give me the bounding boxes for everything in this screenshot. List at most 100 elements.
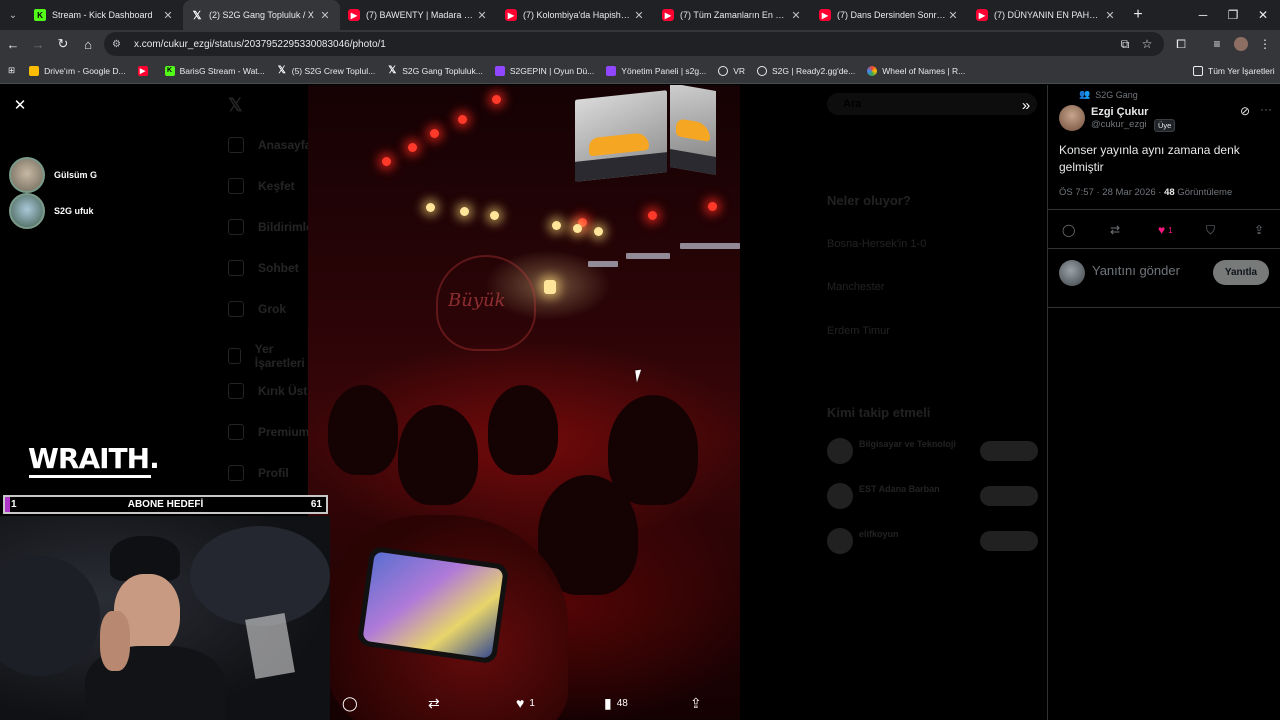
reply-submit-button[interactable]: Yanıtla — [1213, 260, 1269, 285]
tab-youtube-dans[interactable]: ▶ (7) Dans Dersinden Sonra Ortal ✕ — [811, 0, 968, 30]
bookmark-item[interactable]: S2G | Ready2.gg'de... — [757, 65, 855, 76]
bookmark-item[interactable]: VR — [718, 65, 745, 76]
back-button[interactable]: ← — [1, 32, 25, 56]
repost-button[interactable]: ⇄ — [1110, 219, 1120, 241]
bookmark-item[interactable]: Yönetim Paneli | s2g... — [606, 65, 706, 76]
tab-s2g-gang-x[interactable]: 𝕏 (2) S2G Gang Topluluk / X ✕ — [183, 0, 340, 30]
x-icon: 𝕏 — [192, 9, 202, 22]
post-time[interactable]: ÖS 7:57 · 28 Mar 2026 · — [1059, 187, 1164, 198]
views-button[interactable]: ▮ 48 — [604, 689, 628, 717]
close-viewer-button[interactable]: ✕ — [8, 93, 32, 117]
tab-close-icon[interactable]: ✕ — [632, 9, 646, 22]
bookmark-item[interactable]: 𝕏 (5) S2G Crew Toplul... — [277, 65, 376, 76]
browser-toolbar: ← → ↻ ⌂ ⚙ x.com/cukur_ezgi/status/203795… — [0, 30, 1280, 58]
tab-title: (7) Dans Dersinden Sonra Ortal — [837, 10, 946, 20]
youtube-icon: ▶ — [137, 65, 148, 76]
tab-youtube-pahali[interactable]: ▶ (7) DÜNYANIN EN PAHALI FELA ✕ — [968, 0, 1125, 30]
install-app-icon[interactable]: ⧉ — [1114, 32, 1136, 56]
share-icon: ⇪ — [1254, 223, 1265, 237]
stage-screen — [575, 90, 667, 182]
profile-icon — [228, 465, 244, 481]
tab-close-icon[interactable]: ✕ — [789, 9, 803, 22]
bookmark-item[interactable]: K BarisG Stream - Wat... — [164, 65, 265, 76]
extensions-icon[interactable]: ⧠ — [1170, 32, 1192, 56]
address-bar[interactable]: ⚙ x.com/cukur_ezgi/status/20379522953300… — [104, 32, 1164, 56]
background-right-column: Ara Neler oluyor? Bosna-Hersek'in 1-0 Ma… — [815, 85, 1047, 720]
drive-icon — [29, 65, 40, 76]
bookmark-item[interactable]: 𝕏 S2G Gang Topluluk... — [387, 65, 483, 76]
youtube-icon: ▶ — [976, 9, 988, 21]
forward-button[interactable]: → — [26, 32, 50, 56]
mail-icon — [228, 260, 244, 276]
profile-avatar-icon[interactable] — [1230, 32, 1252, 56]
bookmark-item[interactable]: Wheel of Names | R... — [867, 65, 965, 76]
home-button[interactable]: ⌂ — [76, 32, 100, 56]
tab-close-icon[interactable]: ✕ — [161, 9, 175, 22]
reply-input[interactable]: Yanıtını gönder — [1092, 263, 1180, 278]
bookmark-button[interactable]: ⛉ — [1206, 219, 1215, 241]
post-actions: ◯ ⇄ ♥ 1 ⛉ ⇪ — [1048, 219, 1280, 241]
folder-icon — [1193, 65, 1203, 76]
bell-icon — [228, 219, 244, 235]
more-options-icon[interactable]: ··· — [1260, 102, 1272, 116]
author-name[interactable]: Ezgi Çukur — [1091, 106, 1148, 118]
tab-close-icon[interactable]: ✕ — [318, 9, 332, 22]
tab-youtube-bawenty[interactable]: ▶ (7) BAWENTY | Madara Olduk # ✕ — [340, 0, 497, 30]
tab-title: Stream - Kick Dashboard — [52, 10, 153, 20]
bookmark-item[interactable]: Drive'ım - Google D... — [29, 65, 126, 76]
youtube-icon: ▶ — [348, 9, 360, 21]
like-button[interactable]: ♥ 1 — [516, 689, 535, 717]
reply-button[interactable]: ◯ — [1062, 219, 1075, 241]
bookmark-star-icon[interactable]: ☆ — [1136, 32, 1158, 56]
close-window-button[interactable]: ✕ — [1248, 0, 1278, 30]
browser-menu-icon[interactable]: ⋮ — [1254, 32, 1276, 56]
media-controls-icon[interactable]: ≡ — [1206, 32, 1228, 56]
bookmarks-bar: ⊞ Drive'ım - Google D... ▶ K BarisG Stre… — [0, 58, 1280, 84]
home-icon — [228, 137, 244, 153]
tab-kick-dashboard[interactable]: K Stream - Kick Dashboard ✕ — [26, 0, 183, 30]
youtube-icon: ▶ — [505, 9, 517, 21]
member-badge: Üye — [1154, 119, 1176, 132]
tab-close-icon[interactable]: ✕ — [1103, 9, 1117, 22]
social-context[interactable]: 👥 S2G Gang — [1079, 89, 1138, 100]
grok-icon[interactable]: ⊘ — [1240, 104, 1250, 118]
bg-follow-button — [980, 531, 1038, 551]
search-icon — [228, 178, 244, 194]
share-button[interactable]: ⇪ — [1254, 219, 1264, 241]
avatar — [827, 483, 853, 509]
tab-strip: ⌄ K Stream - Kick Dashboard ✕ 𝕏 (2) S2G … — [0, 0, 1280, 30]
post-views-label: Görüntüleme — [1174, 187, 1233, 198]
bookmark-label: S2GEPIN | Oyun Dü... — [509, 65, 595, 76]
x-icon: 𝕏 — [277, 65, 286, 76]
bookmark-label: BarisG Stream - Wat... — [179, 65, 265, 76]
tab-close-icon[interactable]: ✕ — [475, 9, 489, 22]
restore-button[interactable]: ❐ — [1218, 0, 1248, 30]
venue-logo-text: Büyük — [448, 290, 506, 311]
bg-trend: Manchester — [827, 281, 885, 293]
bookmark-item[interactable]: ▶ — [137, 65, 153, 76]
reply-button[interactable]: ◯ — [342, 689, 363, 717]
x-logo-icon: 𝕏 — [228, 95, 243, 115]
tab-youtube-kolombiya[interactable]: ▶ (7) Kolombiya'da Hapishane Ba ✕ — [497, 0, 654, 30]
expand-panel-button[interactable]: » — [1014, 93, 1038, 117]
share-button[interactable]: ⇪ — [690, 689, 707, 717]
streamer-webcam — [0, 516, 330, 720]
repost-button[interactable]: ⇄ — [428, 689, 445, 717]
tab-search-menu-icon[interactable]: ⌄ — [0, 2, 26, 28]
minimize-button[interactable]: ─ — [1188, 0, 1218, 30]
tab-title: (7) Tüm Zamanların En Korkunç — [680, 10, 789, 20]
reload-button[interactable]: ↻ — [51, 32, 75, 56]
apps-grid-icon[interactable]: ⊞ — [8, 65, 15, 76]
like-button[interactable]: ♥ 1 — [1158, 219, 1173, 241]
all-bookmarks-folder[interactable]: Tüm Yer İşaretleri — [1193, 65, 1275, 76]
tab-close-icon[interactable]: ✕ — [946, 9, 960, 22]
author-handle[interactable]: @cukur_ezgi — [1091, 119, 1147, 130]
new-tab-button[interactable]: + — [1125, 2, 1151, 28]
author-avatar[interactable] — [1059, 105, 1085, 131]
community-icon: 👥 — [1079, 89, 1091, 99]
tab-youtube-korkunc[interactable]: ▶ (7) Tüm Zamanların En Korkunç ✕ — [654, 0, 811, 30]
site-info-icon[interactable]: ⚙ — [112, 39, 126, 50]
bookmark-item[interactable]: S2GEPIN | Oyun Dü... — [494, 65, 595, 76]
avatar — [9, 193, 45, 229]
youtube-icon: ▶ — [819, 9, 831, 21]
